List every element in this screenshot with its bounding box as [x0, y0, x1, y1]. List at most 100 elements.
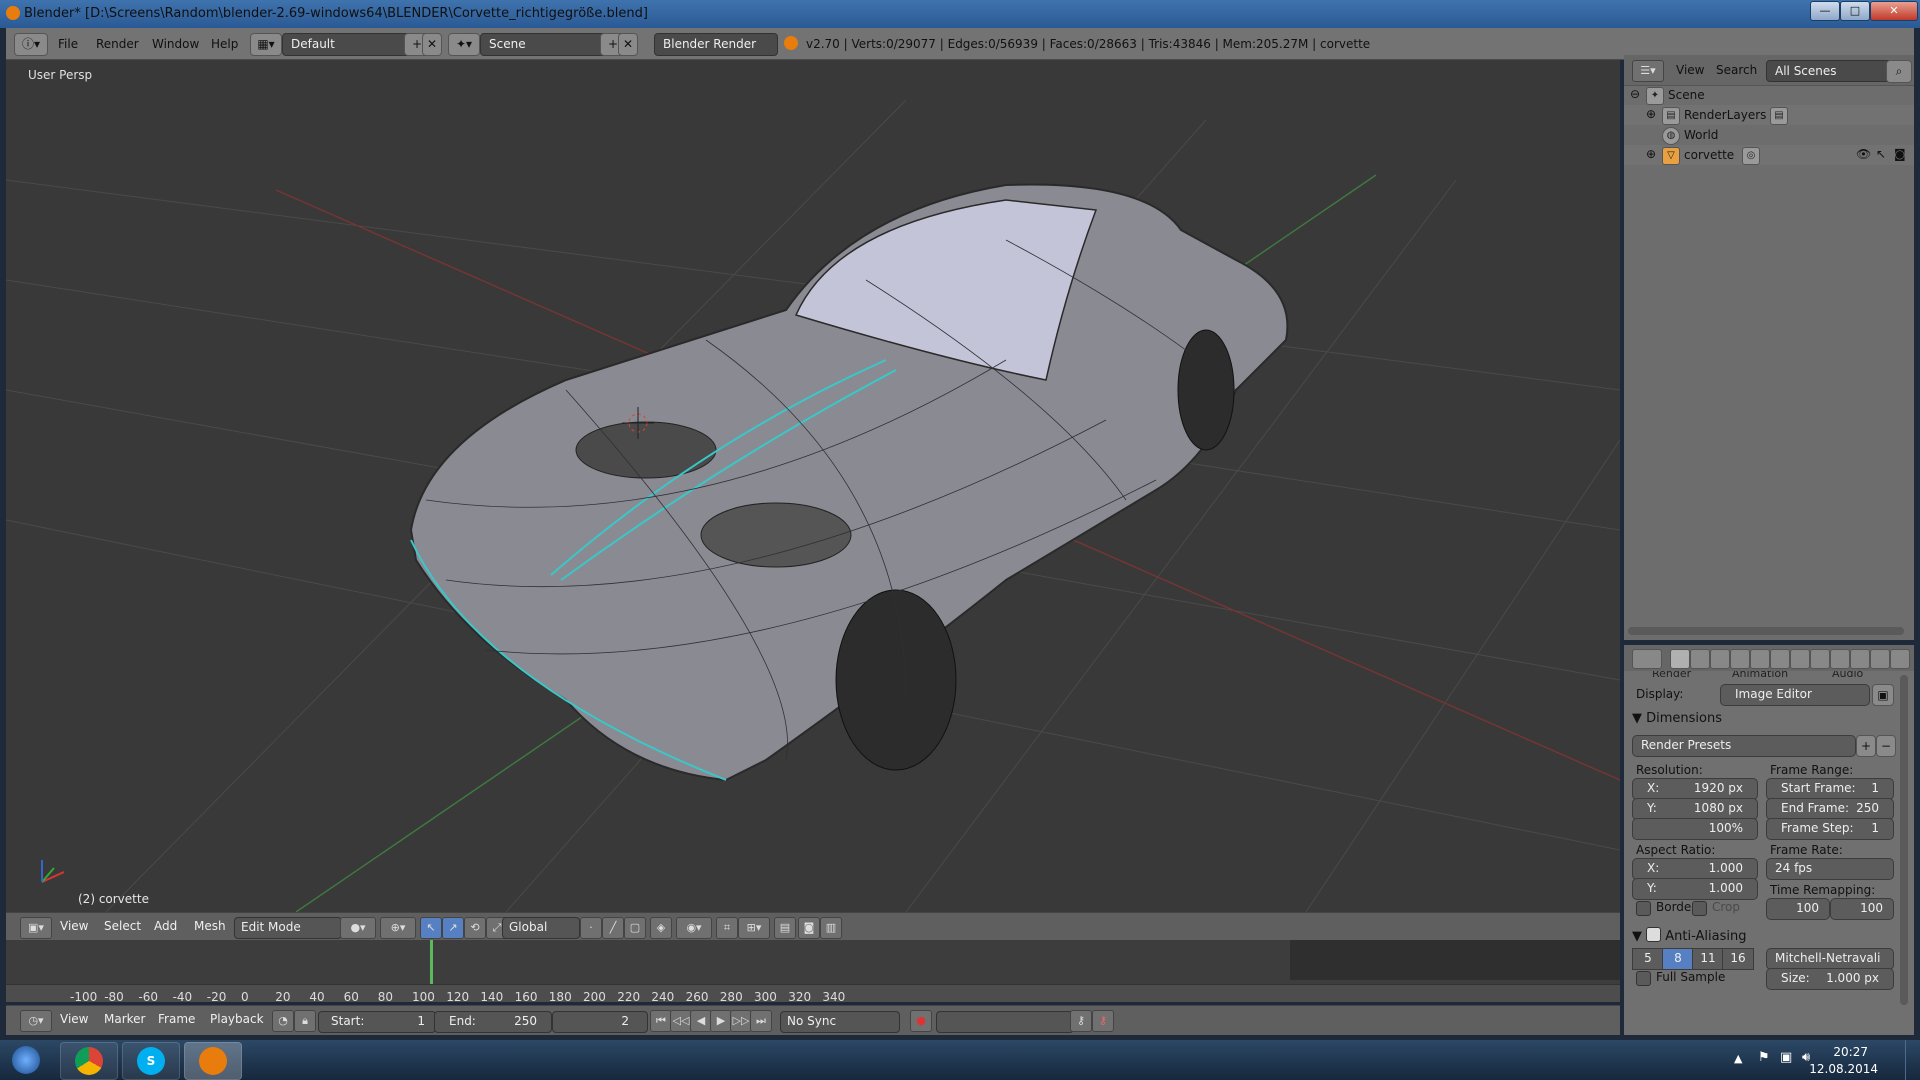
sync-mode-select[interactable]: No Sync [780, 1011, 900, 1033]
occlude-geometry-icon[interactable]: ◈ [650, 917, 672, 939]
start-button[interactable] [2, 1040, 50, 1080]
remove-layout-icon[interactable]: ✕ [422, 33, 442, 56]
start-frame-field[interactable]: Start: 1 [318, 1011, 436, 1033]
close-button[interactable]: ✕ [1870, 1, 1918, 21]
jump-keyframe-back-icon[interactable]: ◁◁ [670, 1010, 692, 1032]
visibility-eye-icon[interactable]: 👁︎ [1856, 147, 1871, 161]
outliner-editor-type-icon[interactable]: ☰▾ [1632, 60, 1664, 82]
3d-viewport[interactable]: User Persp (2) corvette [6, 60, 1620, 912]
resolution-y-field[interactable]: Y: 1080 px [1632, 798, 1758, 820]
pivot-point-icon[interactable]: ⊕▾ [380, 917, 416, 939]
menu-file[interactable]: File [58, 37, 78, 51]
network-icon[interactable]: ▣ [1780, 1050, 1792, 1065]
manipulator-toggle-icon[interactable]: ↖ [420, 917, 442, 939]
remap-new-field[interactable]: 100 [1830, 898, 1894, 920]
physics-tab-icon[interactable] [1890, 649, 1910, 669]
anti-aliasing-panel-header[interactable]: ▼ Anti-Aliasing [1632, 925, 1747, 944]
expand-icon[interactable]: ⊕ [1646, 147, 1656, 161]
menu-help[interactable]: Help [211, 37, 238, 51]
layout-select[interactable]: Default [282, 33, 412, 56]
full-sample-checkbox[interactable] [1636, 971, 1651, 986]
outliner-item-scene[interactable]: ⊖ ✦ Scene [1624, 85, 1914, 105]
render-tab-icon[interactable] [1670, 649, 1690, 669]
menu-window[interactable]: Window [152, 37, 199, 51]
properties-editor[interactable]: Render Animation Audio Display: Image Ed… [1624, 645, 1914, 1035]
modifiers-tab-icon[interactable] [1790, 649, 1810, 669]
current-frame-indicator[interactable] [430, 940, 433, 984]
outliner-item-corvette[interactable]: ⊕ ▽ corvette ◎ 👁︎ ↖ ◙ [1624, 145, 1914, 165]
render-button[interactable]: Render [1652, 671, 1691, 680]
outliner-item-renderlayers[interactable]: ⊕ ▤ RenderLayers ▤ [1624, 105, 1914, 125]
rotate-manipulator-icon[interactable]: ⟲ [464, 917, 486, 939]
animation-render-icon[interactable]: ▥ [820, 917, 842, 939]
aa-samples-11[interactable]: 11 [1692, 948, 1724, 970]
aa-samples-8[interactable]: 8 [1662, 948, 1694, 970]
dimensions-panel-header[interactable]: ▼ Dimensions [1632, 711, 1722, 726]
timeline-menu-frame[interactable]: Frame [158, 1012, 195, 1026]
properties-editor-type-icon[interactable] [1632, 649, 1662, 669]
taskbar-skype[interactable]: S [122, 1042, 180, 1080]
corvette-mesh[interactable] [409, 183, 1289, 782]
outliner-filter-select[interactable]: All Scenes [1766, 60, 1892, 82]
preview-range-icon[interactable]: ◔ [272, 1010, 294, 1032]
tray-arrow-icon[interactable]: ▲ [1734, 1052, 1742, 1065]
maximize-button[interactable]: □ [1840, 1, 1870, 21]
filter-size-field[interactable]: Size: 1.000 px [1766, 968, 1894, 990]
menu-view[interactable]: View [60, 919, 88, 933]
info-editor-type-icon[interactable]: ⓘ▾ [14, 33, 48, 56]
scene-icon[interactable]: ✦▾ [448, 33, 480, 56]
record-icon[interactable]: ● [910, 1010, 932, 1032]
minimize-button[interactable]: — [1810, 1, 1840, 21]
outliner-search-icon[interactable]: ⌕ [1886, 60, 1912, 83]
menu-add[interactable]: Add [154, 919, 177, 933]
aa-samples-5[interactable]: 5 [1632, 948, 1664, 970]
proportional-edit-icon[interactable]: ◉▾ [676, 917, 712, 939]
timeline-menu-marker[interactable]: Marker [104, 1012, 145, 1026]
play-icon[interactable]: ▶ [710, 1010, 732, 1032]
snap-toggle-icon[interactable]: ⌗ [716, 917, 738, 939]
particles-tab-icon[interactable] [1870, 649, 1890, 669]
resolution-percentage-field[interactable]: 100% [1632, 818, 1758, 840]
frame-step-field[interactable]: Frame Step: 1 [1766, 818, 1894, 840]
layout-grid-icon[interactable]: ▦▾ [250, 33, 282, 56]
anti-aliasing-checkbox[interactable] [1646, 927, 1662, 942]
outliner-menu-view[interactable]: View [1676, 63, 1704, 77]
transform-orientation-select[interactable]: Global [502, 917, 580, 939]
frame-rate-select[interactable]: 24 fps [1766, 858, 1894, 880]
shading-solid-icon[interactable]: ●▾ [340, 917, 376, 939]
render-engine-select[interactable]: Blender Render [654, 33, 778, 56]
outliner-menu-search[interactable]: Search [1716, 63, 1757, 77]
timeline-editor-type-icon[interactable]: ◷▾ [20, 1010, 52, 1032]
editor-type-icon[interactable]: ▣▾ [20, 917, 52, 939]
start-frame-prop-field[interactable]: Start Frame: 1 [1766, 778, 1894, 800]
scene-tab-icon[interactable] [1710, 649, 1730, 669]
collapse-icon[interactable]: ⊖ [1630, 87, 1640, 101]
menu-render[interactable]: Render [96, 37, 139, 51]
mode-select[interactable]: Edit Mode [234, 917, 342, 939]
show-desktop-button[interactable] [1905, 1040, 1920, 1080]
material-tab-icon[interactable] [1830, 649, 1850, 669]
properties-scrollbar[interactable] [1900, 675, 1908, 1005]
jump-end-icon[interactable]: ⏭ [750, 1010, 772, 1032]
constraints-tab-icon[interactable] [1770, 649, 1790, 669]
taskbar-blender[interactable] [184, 1042, 242, 1080]
face-select-icon[interactable]: ▢ [624, 917, 646, 939]
delete-keyframe-icon[interactable]: ⚷ [1092, 1010, 1114, 1032]
play-reverse-icon[interactable]: ◀ [690, 1010, 712, 1032]
current-frame-field[interactable]: 2 [552, 1011, 648, 1033]
camera-render-icon[interactable]: ◙ [798, 917, 820, 939]
end-frame-field[interactable]: End: 250 [434, 1011, 552, 1033]
display-select[interactable]: Image Editor [1720, 684, 1870, 706]
action-center-flag-icon[interactable]: ⚑ [1758, 1050, 1770, 1065]
edge-select-icon[interactable]: ╱ [602, 917, 624, 939]
taskbar-time[interactable]: 20:27 [1833, 1045, 1868, 1059]
expand-icon[interactable]: ⊕ [1646, 107, 1656, 121]
aa-filter-select[interactable]: Mitchell-Netravali [1766, 948, 1894, 970]
outliner-item-world[interactable]: ◍ World [1624, 125, 1914, 145]
outliner-editor[interactable]: ☰▾ View Search All Scenes ⌕ ⊖ ✦ Scene ⊕ … [1624, 55, 1914, 640]
jump-keyframe-forward-icon[interactable]: ▷▷ [730, 1010, 752, 1032]
aa-samples-16[interactable]: 16 [1722, 948, 1754, 970]
lock-range-icon[interactable]: 🔒︎ [294, 1010, 316, 1032]
translate-manipulator-icon[interactable]: ↗ [442, 917, 464, 939]
render-presets-select[interactable]: Render Presets [1632, 735, 1856, 757]
